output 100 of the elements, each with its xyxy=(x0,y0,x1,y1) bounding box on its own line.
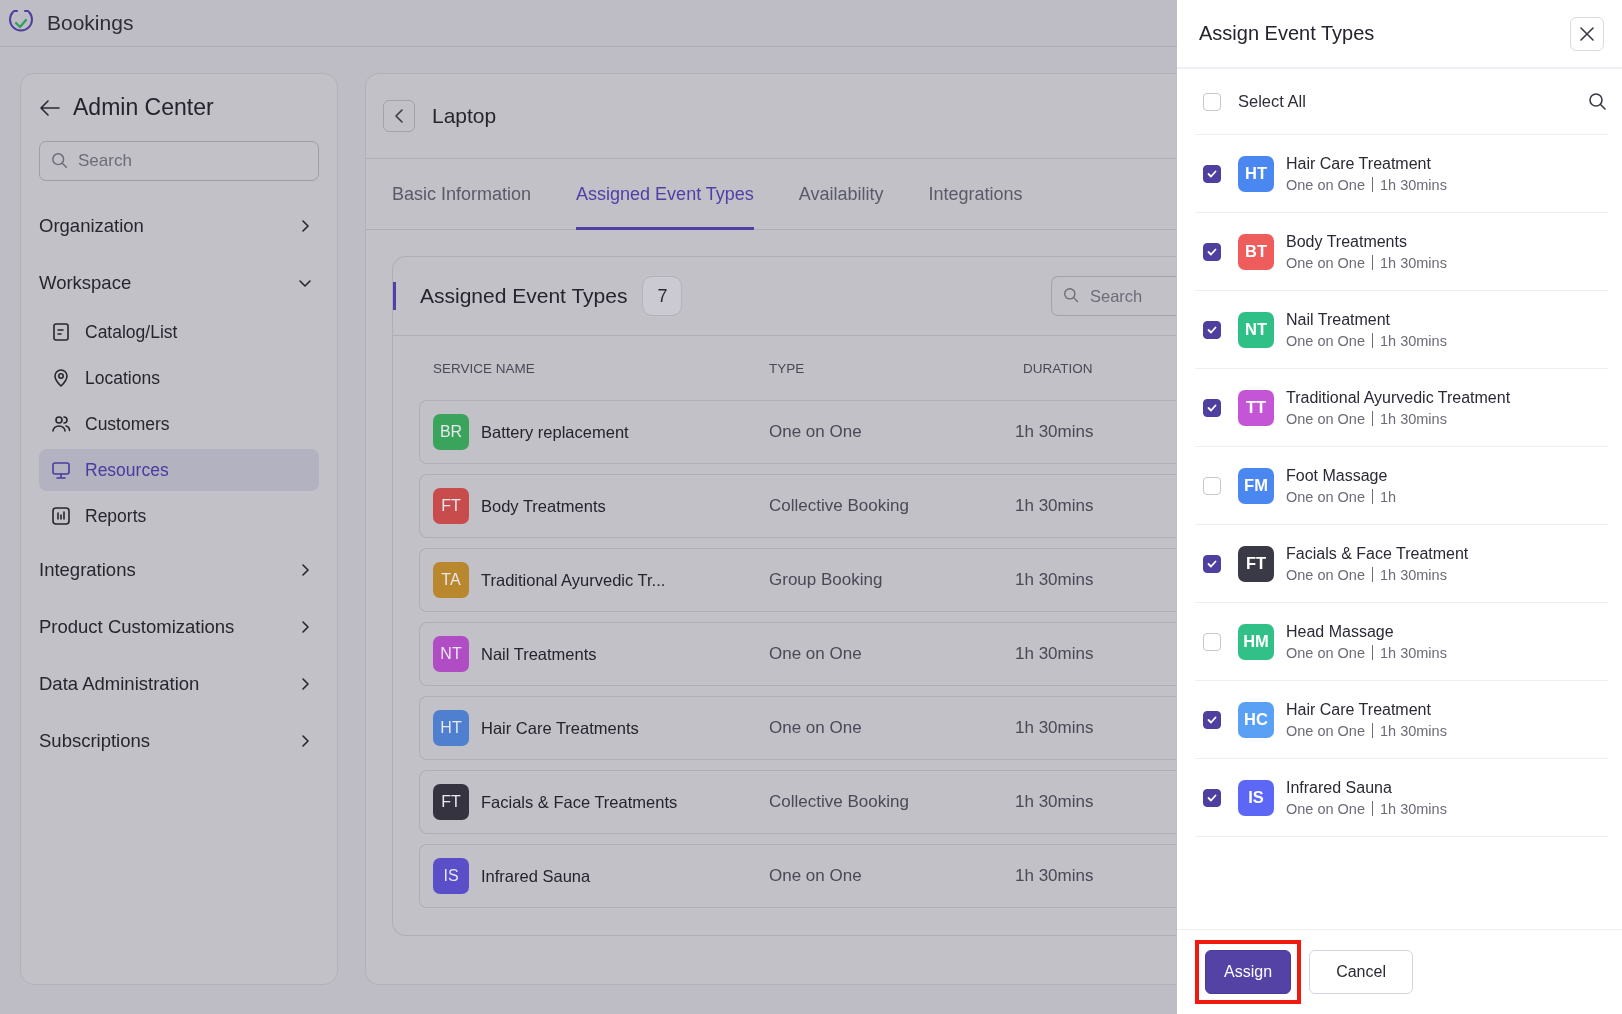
duration-cell: 1h 30mins xyxy=(1015,496,1094,516)
type-cell-text: Group Booking xyxy=(769,570,884,590)
initials-avatar: NT xyxy=(433,636,469,672)
checkmark-icon xyxy=(1207,715,1217,724)
event-duration: 1h 30mins xyxy=(1380,410,1447,427)
back-arrow-icon[interactable] xyxy=(39,98,61,117)
checkmark-icon xyxy=(1207,559,1217,568)
nav-group-label: Organization xyxy=(39,214,144,237)
nav-item[interactable]: Catalog/List xyxy=(39,311,319,353)
accent-bar xyxy=(393,282,396,310)
checkbox[interactable] xyxy=(1203,398,1221,417)
tab[interactable]: Integrations xyxy=(928,159,1023,230)
tab[interactable]: Availability xyxy=(798,159,884,230)
table-row[interactable]: HT Hair Care Treatments One on One 1h 30mins xyxy=(419,696,1176,760)
checkbox[interactable] xyxy=(1203,788,1221,807)
search-icon xyxy=(51,152,69,170)
event-name: Facials & Face Treatment xyxy=(1286,544,1469,563)
duration-cell: 1h 30mins xyxy=(1015,644,1094,664)
initials-avatar: HC xyxy=(1238,701,1274,738)
nav-group-label: Subscriptions xyxy=(39,729,151,752)
chevron-left-icon xyxy=(392,108,406,124)
initials-avatar: IS xyxy=(433,858,469,894)
nav-group[interactable]: Data Administration xyxy=(39,655,319,712)
count-badge: 7 xyxy=(642,276,683,316)
search-icon[interactable] xyxy=(1588,91,1608,112)
type-cell-text: Collective Booking xyxy=(769,792,910,812)
initials-avatar: NT xyxy=(1238,311,1274,348)
initials-avatar: HT xyxy=(1238,155,1274,192)
event-type: One on One xyxy=(1286,332,1365,349)
event-type: One on One xyxy=(1286,800,1365,817)
nav-item[interactable]: Reports xyxy=(39,495,319,537)
checkbox[interactable] xyxy=(1203,242,1221,261)
nav-group[interactable]: Organization xyxy=(39,197,319,254)
nav-group[interactable]: Workspace xyxy=(39,254,319,311)
service-name: Facials & Face Treatments xyxy=(481,792,678,812)
event-name: Nail Treatment xyxy=(1286,310,1392,329)
list-icon xyxy=(51,322,71,342)
type-cell-text: One on One xyxy=(769,644,863,664)
nav-item[interactable]: Customers xyxy=(39,403,319,445)
tab[interactable]: Basic Information xyxy=(392,159,532,230)
search-field[interactable]: Search xyxy=(39,141,319,181)
event-duration: 1h 30mins xyxy=(1380,644,1447,661)
event-type: One on One xyxy=(1286,488,1365,505)
checkmark-icon xyxy=(1207,793,1217,802)
assign-button[interactable]: Assign xyxy=(1205,950,1292,994)
checkmark-icon xyxy=(1207,403,1217,412)
table-row[interactable]: TA Traditional Ayurvedic Tr... Group Booking 1h 30mins xyxy=(419,548,1176,612)
checkbox[interactable] xyxy=(1203,320,1221,339)
service-name: Hair Care Treatments xyxy=(481,718,639,738)
initials-avatar: FT xyxy=(433,488,469,524)
event-name: Infrared Sauna xyxy=(1286,778,1393,797)
duration-cell: 1h 30mins xyxy=(1015,792,1094,812)
initials-avatar: FT xyxy=(433,784,469,820)
search-field[interactable]: Search xyxy=(1051,276,1176,316)
close-button[interactable] xyxy=(1570,16,1604,51)
event-duration: 1h 30mins xyxy=(1380,566,1447,583)
nav-group[interactable]: Product Customizations xyxy=(39,598,319,655)
event-type: One on One xyxy=(1286,410,1365,427)
event-type: One on One xyxy=(1286,254,1365,271)
search-icon xyxy=(1063,287,1080,304)
event-name: Head Massage xyxy=(1286,622,1395,641)
checkbox[interactable] xyxy=(1203,554,1221,573)
table-row[interactable]: IS Infrared Sauna One on One 1h 30mins xyxy=(419,844,1176,908)
service-name: Infrared Sauna xyxy=(481,866,591,886)
event-duration: 1h xyxy=(1380,488,1397,505)
monitor-icon xyxy=(51,460,71,480)
service-name: Body Treatments xyxy=(481,496,606,516)
nav-item[interactable]: Locations xyxy=(39,357,319,399)
nav-group[interactable]: Integrations xyxy=(39,541,319,598)
nav-group[interactable]: Subscriptions xyxy=(39,712,319,769)
checkbox[interactable] xyxy=(1203,164,1221,183)
event-name: Hair Care Treatment xyxy=(1286,154,1432,173)
type-cell-text: One on One xyxy=(769,718,863,738)
nav-group-label: Integrations xyxy=(39,558,136,581)
event-duration: 1h 30mins xyxy=(1380,800,1447,817)
checkmark-icon xyxy=(1207,247,1217,256)
type-cell-text: One on One xyxy=(769,422,863,442)
select-all-label: Select All xyxy=(1238,92,1306,111)
event-name: Foot Massage xyxy=(1286,466,1389,485)
table-row[interactable]: FT Body Treatments Collective Booking 1h 30mins xyxy=(419,474,1176,538)
event-type: One on One xyxy=(1286,176,1365,193)
service-name: Traditional Ayurvedic Tr... xyxy=(481,570,666,590)
duration-cell: 1h 30mins xyxy=(1015,866,1094,886)
event-type: One on One xyxy=(1286,722,1365,739)
service-name: Nail Treatments xyxy=(481,644,597,664)
nav-item[interactable]: Resources xyxy=(39,449,319,491)
close-icon xyxy=(1579,25,1595,42)
cancel-button[interactable]: Cancel xyxy=(1309,950,1414,994)
event-name: Hair Care Treatment xyxy=(1286,700,1432,719)
table-row[interactable]: FT Facials & Face Treatments Collective Booking 1h 30mins xyxy=(419,770,1176,834)
drawer-title: Assign Event Types xyxy=(1199,22,1375,45)
event-duration: 1h 30mins xyxy=(1380,176,1447,193)
checkbox[interactable] xyxy=(1203,710,1221,729)
back-button[interactable] xyxy=(383,100,415,132)
tab[interactable]: Assigned Event Types xyxy=(576,159,754,230)
event-type: One on One xyxy=(1286,644,1365,661)
duration-cell: 1h 30mins xyxy=(1015,570,1094,590)
initials-avatar: BR xyxy=(433,414,469,450)
table-row[interactable]: NT Nail Treatments One on One 1h 30mins xyxy=(419,622,1176,686)
table-row[interactable]: BR Battery replacement One on One 1h 30mins xyxy=(419,400,1176,464)
